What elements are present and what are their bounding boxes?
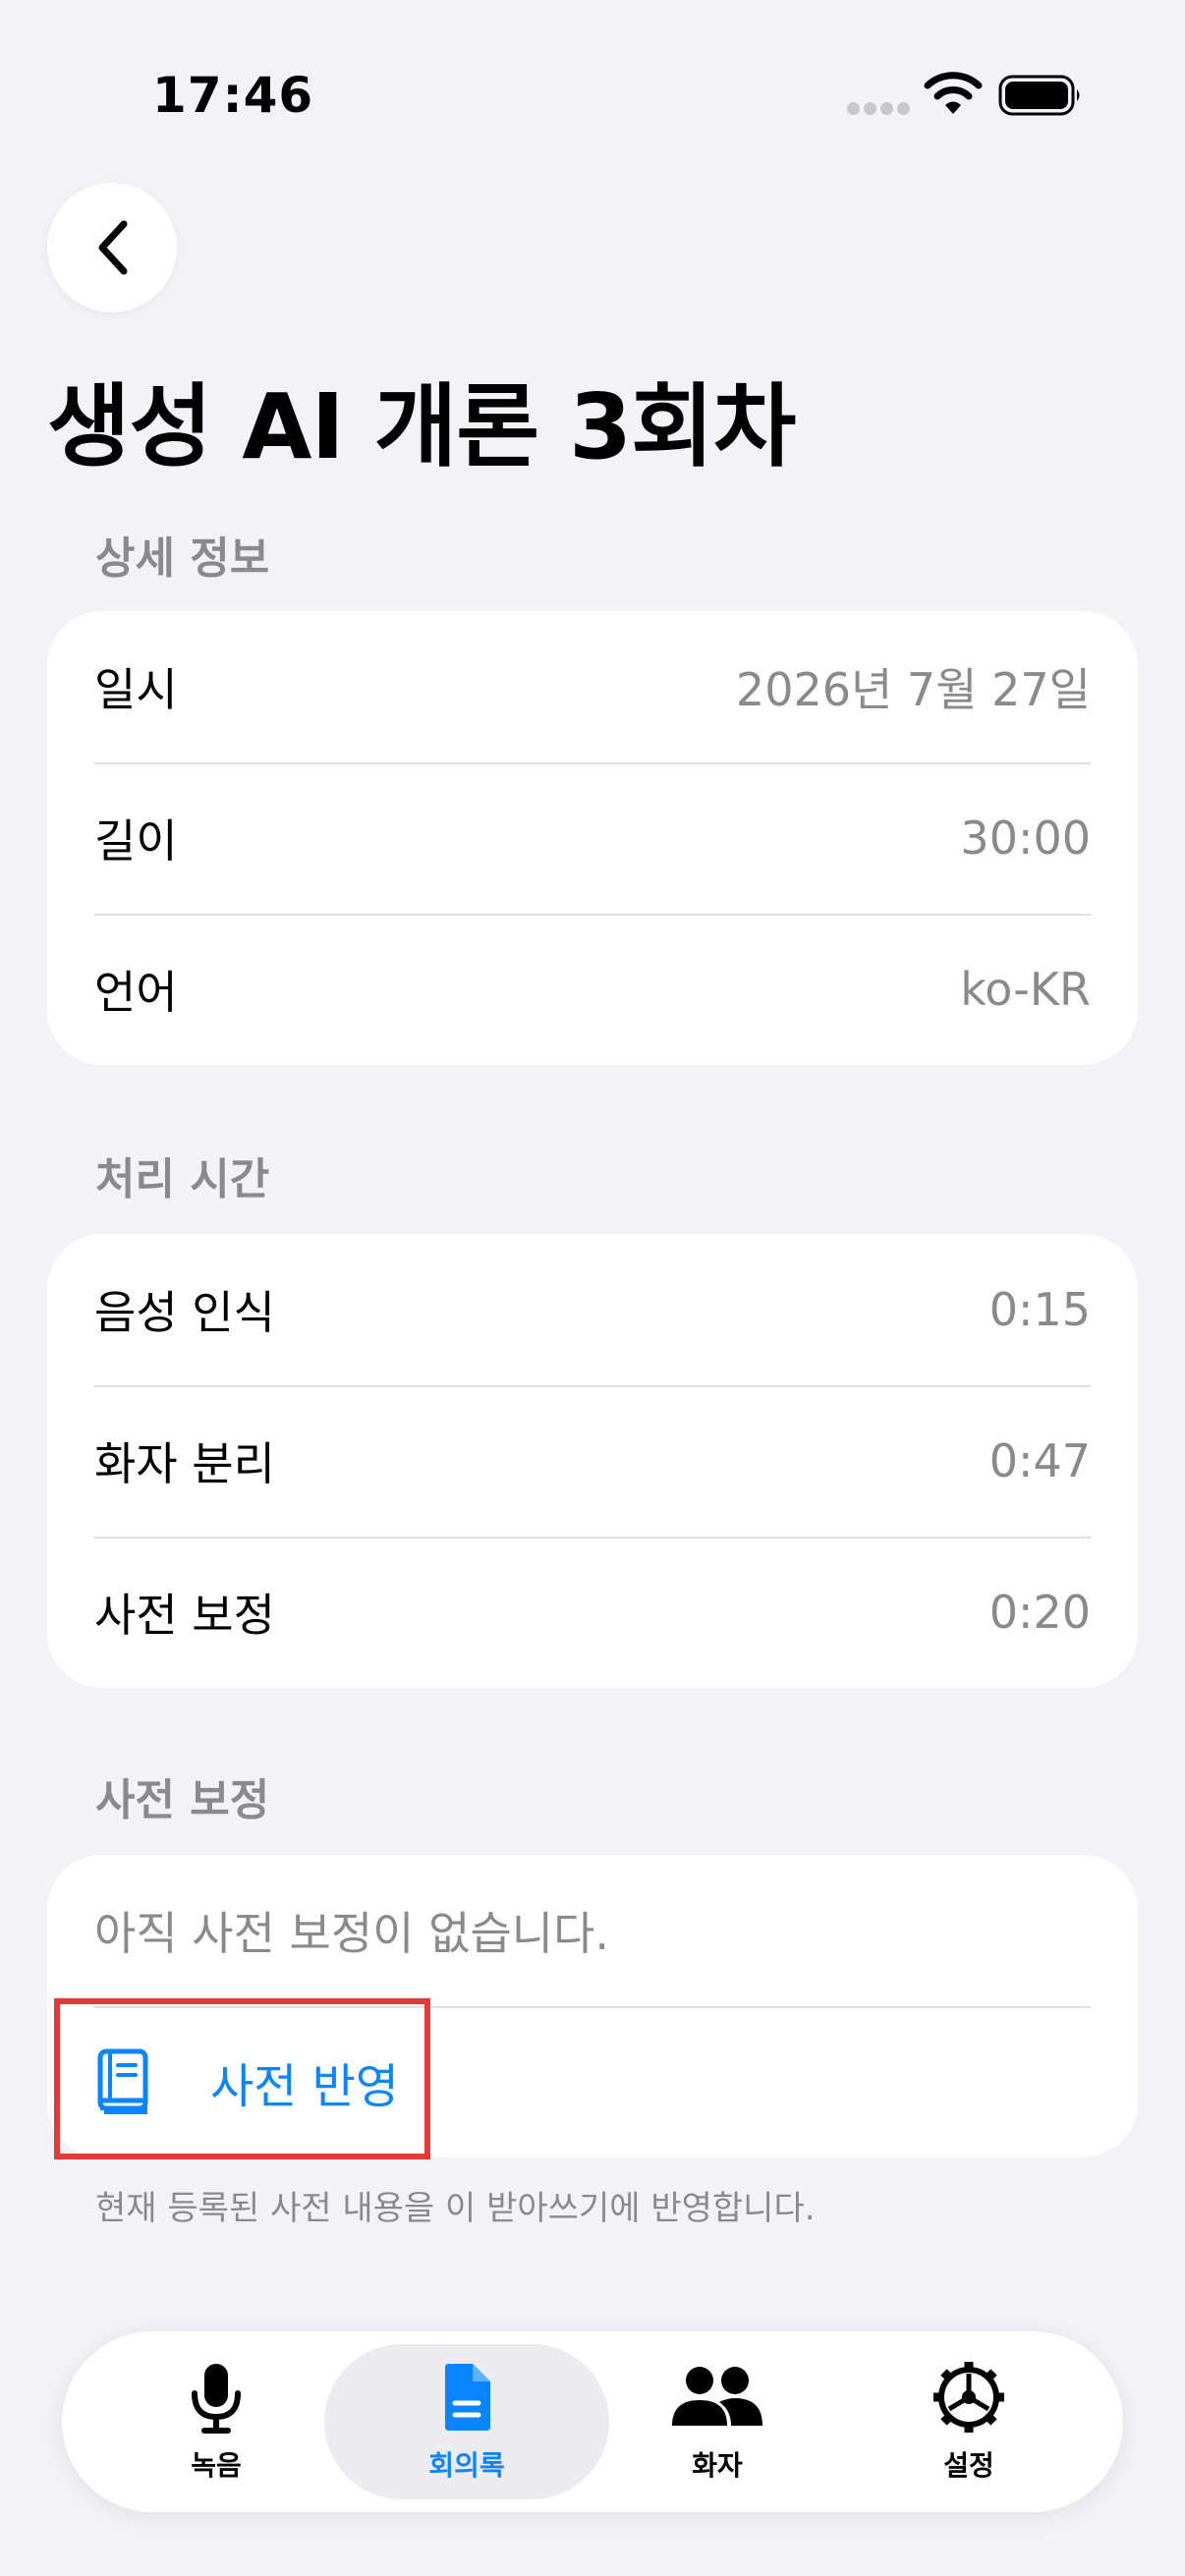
back-button[interactable] xyxy=(47,183,177,312)
processing-row-diarization: 화자 분리 0:47 xyxy=(47,1385,1138,1537)
row-label: 음성 인식 xyxy=(94,1286,275,1339)
row-label: 언어 xyxy=(94,966,178,1019)
cellular-signal-icon xyxy=(847,102,910,116)
wifi-icon xyxy=(924,72,983,114)
row-value: 2026년 7월 27일 xyxy=(735,663,1091,716)
tab-minutes[interactable]: 회의록 xyxy=(324,2344,609,2499)
detail-row-length: 길이 30:00 xyxy=(47,762,1138,914)
chevron-left-icon xyxy=(98,220,128,275)
mic-icon xyxy=(192,2364,241,2434)
processing-row-dictionary: 사전 보정 0:20 xyxy=(47,1537,1138,1688)
details-section-header: 상세 정보 xyxy=(95,533,270,584)
tab-label: 회의록 xyxy=(428,2449,505,2482)
row-value: 30:00 xyxy=(960,812,1091,865)
status-bar: 17:46 xyxy=(0,0,1185,196)
row-label: 화자 분리 xyxy=(94,1437,275,1490)
tab-bar: 녹음 회의록 화자 설정 xyxy=(62,2331,1123,2512)
row-value: 0:15 xyxy=(988,1283,1091,1336)
dictionary-footnote: 현재 등록된 사전 내용을 이 받아쓰기에 반영합니다. xyxy=(95,2189,816,2228)
dictionary-section-header: 사전 보정 xyxy=(95,1775,270,1825)
gear-icon xyxy=(933,2362,1004,2433)
status-time: 17:46 xyxy=(152,67,314,124)
row-value: 0:47 xyxy=(988,1434,1091,1487)
processing-card: 음성 인식 0:15 화자 분리 0:47 사전 보정 0:20 xyxy=(47,1234,1138,1688)
processing-row-speech-recognition: 음성 인식 0:15 xyxy=(47,1234,1138,1385)
people-icon xyxy=(672,2367,762,2426)
row-label: 일시 xyxy=(94,663,178,716)
battery-icon xyxy=(998,75,1080,116)
tab-speakers[interactable]: 화자 xyxy=(575,2344,860,2499)
highlight-box xyxy=(54,1998,430,2159)
document-icon xyxy=(445,2364,490,2431)
row-value: ko-KR xyxy=(960,963,1091,1016)
row-value: 0:20 xyxy=(988,1586,1091,1639)
dictionary-empty-row: 아직 사전 보정이 없습니다. xyxy=(47,1855,1138,2006)
empty-state-text: 아직 사전 보정이 없습니다. xyxy=(94,1907,610,1960)
tab-label: 녹음 xyxy=(191,2449,242,2482)
row-label: 길이 xyxy=(94,814,178,868)
tab-settings[interactable]: 설정 xyxy=(826,2344,1111,2499)
tab-label: 화자 xyxy=(692,2449,743,2482)
page-title: 생성 AI 개론 3회차 xyxy=(47,374,796,479)
processing-section-header: 처리 시간 xyxy=(95,1154,270,1204)
detail-row-date: 일시 2026년 7월 27일 xyxy=(47,611,1138,762)
row-label: 사전 보정 xyxy=(94,1589,275,1642)
tab-record[interactable]: 녹음 xyxy=(74,2344,359,2499)
detail-row-language: 언어 ko-KR xyxy=(47,914,1138,1065)
tab-label: 설정 xyxy=(943,2449,994,2482)
details-card: 일시 2026년 7월 27일 길이 30:00 언어 ko-KR xyxy=(47,611,1138,1065)
